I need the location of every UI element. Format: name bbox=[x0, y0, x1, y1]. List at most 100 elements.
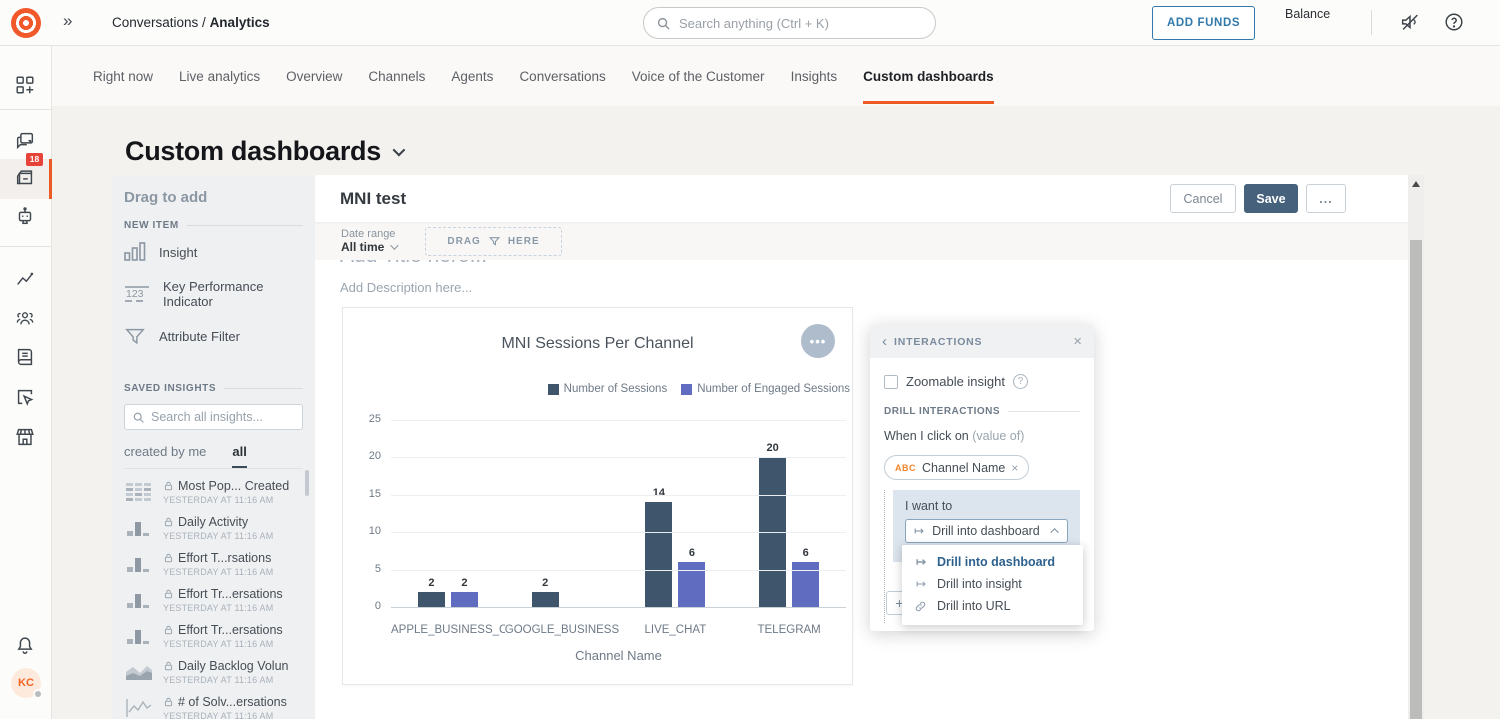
date-range-filter[interactable]: Date range All time bbox=[341, 228, 396, 254]
search-icon bbox=[656, 16, 671, 31]
insight-title: Daily Activity bbox=[163, 515, 273, 529]
marketplace-icon[interactable] bbox=[14, 426, 38, 450]
insight-list-item[interactable]: Daily Activity YESTERDAY AT 11:16 AM bbox=[112, 510, 315, 546]
bar-group-google-business-: 2 bbox=[505, 420, 619, 607]
page-title-dropdown[interactable]: Custom dashboards bbox=[125, 136, 402, 167]
bar-number-of-engaged-sessions[interactable] bbox=[451, 592, 478, 607]
save-button[interactable]: Save bbox=[1244, 184, 1298, 213]
bot-icon[interactable] bbox=[14, 205, 38, 229]
tab-agents[interactable]: Agents bbox=[451, 49, 493, 104]
drill-option-label: Drill into dashboard bbox=[937, 555, 1055, 569]
insight-list-item[interactable]: Most Pop... CreatedYESTERDAY AT 11:16 AM bbox=[112, 474, 315, 510]
dashboard-description-placeholder[interactable]: Add Description here... bbox=[340, 280, 472, 295]
drill-option-drill-into-insight[interactable]: ↦Drill into insight bbox=[902, 573, 1083, 595]
filter-tab-all[interactable]: all bbox=[232, 440, 246, 468]
legend-item[interactable]: Number of Engaged Sessions bbox=[681, 383, 850, 395]
insight-meta: Most Pop... CreatedYESTERDAY AT 11:16 AM bbox=[163, 479, 289, 505]
insight-meta: Effort T...rsationsYESTERDAY AT 11:16 AM bbox=[163, 551, 273, 577]
attribute-chip[interactable]: ABC Channel Name × bbox=[884, 455, 1029, 480]
attribute-filter-drop-zone[interactable]: DRAG HERE bbox=[425, 227, 562, 256]
bar-number-of-sessions[interactable] bbox=[418, 592, 445, 607]
tab-voice-of-the-customer[interactable]: Voice of the Customer bbox=[632, 49, 765, 104]
remove-attribute-icon[interactable]: × bbox=[1011, 461, 1018, 475]
bar-number-of-sessions[interactable] bbox=[532, 592, 559, 607]
insights-search-input[interactable] bbox=[151, 410, 295, 424]
close-icon[interactable]: × bbox=[1073, 334, 1082, 349]
scrollbar-thumb[interactable] bbox=[1410, 240, 1422, 719]
bar-value-label: 2 bbox=[461, 577, 467, 589]
help-icon[interactable] bbox=[1443, 11, 1467, 35]
cancel-button[interactable]: Cancel bbox=[1170, 184, 1236, 213]
drill-interactions-section-label: DRILL INTERACTIONS bbox=[884, 406, 1080, 417]
bar-number-of-sessions[interactable] bbox=[645, 502, 672, 607]
insight-list-item[interactable]: Effort T...rsationsYESTERDAY AT 11:16 AM bbox=[112, 546, 315, 582]
add-funds-button[interactable]: ADD FUNDS bbox=[1152, 6, 1255, 40]
knowledge-base-icon[interactable] bbox=[14, 346, 38, 370]
scroll-up-arrow-icon[interactable] bbox=[1412, 181, 1420, 187]
legend-item[interactable]: Number of Sessions bbox=[548, 383, 668, 395]
widget-menu-button[interactable]: ••• bbox=[801, 324, 835, 358]
brand-logo-icon[interactable] bbox=[11, 8, 41, 38]
chart-legend: Number of Sessions Number of Engaged Sess… bbox=[548, 383, 850, 395]
visitors-icon[interactable] bbox=[14, 386, 38, 410]
tab-overview[interactable]: Overview bbox=[286, 49, 342, 104]
expand-sidebar-icon[interactable]: » bbox=[63, 11, 72, 31]
tickets-inbox-icon[interactable] bbox=[14, 167, 38, 191]
y-tick-label: 20 bbox=[343, 450, 381, 462]
main-scrollbar[interactable] bbox=[1408, 175, 1424, 719]
bar-group-apple-business-c-: 22 bbox=[391, 420, 505, 607]
tab-right-now[interactable]: Right now bbox=[93, 49, 153, 104]
funnel-icon bbox=[488, 235, 501, 248]
tab-insights[interactable]: Insights bbox=[791, 49, 838, 104]
legend-label: Number of Engaged Sessions bbox=[697, 383, 850, 395]
notifications-bell-icon[interactable] bbox=[14, 634, 38, 658]
insight-timestamp: YESTERDAY AT 11:16 AM bbox=[163, 639, 283, 649]
lock-icon bbox=[163, 588, 174, 600]
insight-list-item[interactable]: # of Solv...ersationsYESTERDAY AT 11:16 … bbox=[112, 690, 315, 719]
insight-list-item[interactable]: Daily Backlog VolunYESTERDAY AT 11:16 AM bbox=[112, 654, 315, 690]
insight-widget-card[interactable]: MNI Sessions Per Channel ••• Number of S… bbox=[342, 307, 853, 685]
insights-search[interactable] bbox=[124, 404, 303, 430]
drill-into-icon: ↦ bbox=[914, 555, 928, 569]
filter-tab-created-by-me[interactable]: created by me bbox=[124, 440, 206, 468]
user-avatar[interactable]: KC bbox=[11, 668, 41, 698]
new-item-insight[interactable]: Insight bbox=[124, 231, 303, 273]
drill-into-icon: ↦ bbox=[914, 524, 924, 538]
search-input[interactable] bbox=[679, 16, 923, 31]
drill-option-drill-into-url[interactable]: Drill into URL bbox=[902, 595, 1083, 617]
attribute-chip-label: Channel Name bbox=[922, 461, 1005, 475]
new-item-key-performance-indicator[interactable]: 123Key Performance Indicator bbox=[124, 273, 303, 315]
lock-icon bbox=[163, 552, 174, 564]
drill-action-dropdown[interactable]: ↦ Drill into dashboard bbox=[905, 519, 1068, 543]
apps-add-icon[interactable] bbox=[14, 74, 38, 98]
tab-conversations[interactable]: Conversations bbox=[519, 49, 605, 104]
tab-live-analytics[interactable]: Live analytics bbox=[179, 49, 260, 104]
zoomable-insight-checkbox[interactable] bbox=[884, 375, 898, 389]
bar-group-telegram: 206 bbox=[732, 420, 846, 607]
global-search[interactable] bbox=[643, 7, 936, 39]
tab-channels[interactable]: Channels bbox=[368, 49, 425, 104]
insights-list-scrollbar[interactable] bbox=[305, 470, 309, 496]
insight-timestamp: YESTERDAY AT 11:16 AM bbox=[163, 711, 287, 719]
zoomable-insight-label: Zoomable insight bbox=[906, 374, 1005, 389]
new-item-attribute-filter[interactable]: Attribute Filter bbox=[124, 315, 303, 357]
mute-sound-icon[interactable] bbox=[1399, 11, 1423, 35]
drill-option-drill-into-dashboard[interactable]: ↦ Drill into dashboard bbox=[902, 551, 1083, 573]
balance-label: Balance bbox=[1285, 7, 1330, 21]
x-category-label: TELEGRAM bbox=[732, 624, 846, 636]
insight-list-item[interactable]: Effort Tr...ersationsYESTERDAY AT 11:16 … bbox=[112, 618, 315, 654]
help-icon[interactable]: ? bbox=[1013, 374, 1028, 389]
customers-icon[interactable] bbox=[14, 307, 38, 331]
tab-custom-dashboards[interactable]: Custom dashboards bbox=[863, 49, 994, 104]
breadcrumb-parent[interactable]: Conversations / bbox=[112, 15, 206, 30]
insight-list-item[interactable]: Effort Tr...ersationsYESTERDAY AT 11:16 … bbox=[112, 582, 315, 618]
breadcrumb[interactable]: Conversations / Analytics bbox=[112, 15, 270, 30]
x-category-label: APPLE_BUSINESS_C... bbox=[391, 624, 505, 636]
insight-timestamp: YESTERDAY AT 11:16 AM bbox=[163, 531, 273, 541]
analytics-chart-icon[interactable] bbox=[14, 267, 38, 291]
insight-title: Effort Tr...ersations bbox=[163, 587, 283, 601]
more-options-button[interactable]: ... bbox=[1306, 184, 1346, 213]
back-chevron-icon[interactable]: ‹ bbox=[882, 334, 887, 349]
chats-icon[interactable] bbox=[14, 130, 38, 154]
legend-swatch bbox=[548, 384, 559, 395]
